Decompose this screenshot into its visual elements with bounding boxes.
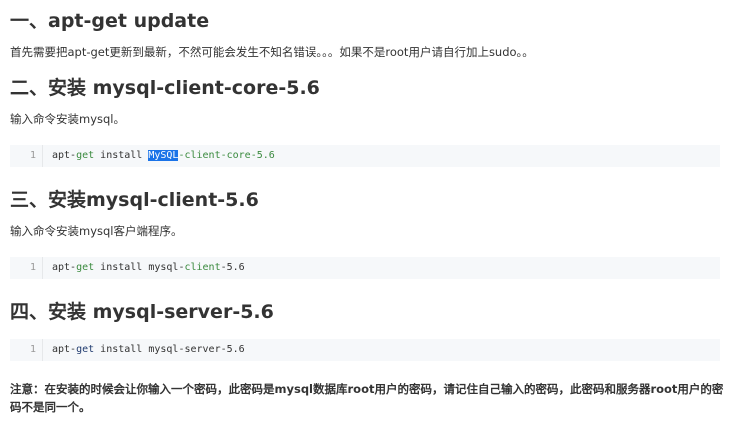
heading-install-server: 四、安装 mysql-server-5.6: [10, 301, 274, 323]
note-password-warning: 注意：在安装的时候会让你输入一个密码，此密码是mysql数据库root用户的密码…: [10, 382, 724, 414]
code-token: get: [76, 262, 95, 273]
selected-text: MySQL: [148, 150, 179, 161]
paragraph-install-mysql: 输入命令安装mysql。: [10, 112, 125, 126]
code-token: install: [94, 150, 149, 161]
line-number: 1: [10, 145, 43, 167]
code-block-client[interactable]: 1 apt-get install mysql-client-5.6: [10, 257, 720, 279]
code-token: -5.6: [220, 262, 245, 273]
code-token: install mysql-: [94, 262, 185, 273]
code-block-server[interactable]: 1 apt-get install mysql-server-5.6: [10, 339, 720, 361]
paragraph-install-client-program: 输入命令安装mysql客户端程序。: [10, 224, 183, 238]
heading-apt-get-update: 一、apt-get update: [10, 10, 210, 32]
paragraph-update-instructions: 首先需要把apt-get更新到最新，不然可能会发生不知名错误。。。如果不是roo…: [10, 45, 534, 59]
line-number: 1: [10, 257, 43, 279]
article-content: 一、apt-get update 首先需要把apt-get更新到最新，不然可能会…: [0, 0, 733, 423]
code-token: install mysql-server-5.6: [94, 344, 245, 355]
code-token: apt-: [52, 344, 77, 355]
code-token: -client-core-5.6: [178, 150, 275, 161]
code-line[interactable]: apt-get install mysql-server-5.6: [43, 339, 720, 361]
code-token: get: [76, 150, 95, 161]
code-token: apt-: [52, 150, 77, 161]
line-number: 1: [10, 339, 43, 361]
code-line[interactable]: apt-get install MySQL-client-core-5.6: [43, 145, 720, 167]
code-token: client: [184, 262, 221, 273]
heading-install-client: 三、安装mysql-client-5.6: [10, 189, 259, 211]
heading-install-client-core: 二、安装 mysql-client-core-5.6: [10, 77, 320, 99]
code-block-client-core[interactable]: 1 apt-get install MySQL-client-core-5.6: [10, 145, 720, 167]
code-token: apt-: [52, 262, 77, 273]
code-token: get: [76, 344, 95, 355]
code-line[interactable]: apt-get install mysql-client-5.6: [43, 257, 720, 279]
